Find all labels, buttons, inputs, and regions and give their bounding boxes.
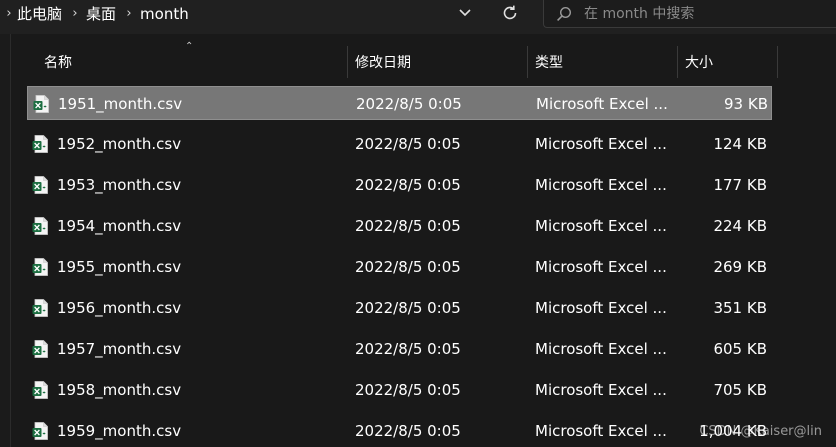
file-row[interactable]: 1957_month.csv 2022/8/5 0:05 Microsoft E… [27,332,772,366]
column-divider[interactable] [777,46,778,78]
chevron-down-icon [459,9,471,17]
file-type: Microsoft Excel ... [535,299,667,317]
file-name-cell: 1958_month.csv [31,373,347,407]
chevron-right-icon[interactable]: › [120,6,138,21]
file-size: 351 KB [713,299,767,317]
file-name: 1958_month.csv [57,381,182,399]
breadcrumb-this-pc[interactable]: 此电脑 [15,3,66,24]
file-row[interactable]: 1959_month.csv 2022/8/5 0:05 Microsoft E… [27,414,772,447]
breadcrumb[interactable]: › 此电脑 › 桌面 › month [0,0,486,27]
column-header-type-label: 类型 [535,55,563,71]
file-type: Microsoft Excel ... [535,176,667,194]
breadcrumb-desktop[interactable]: 桌面 [84,3,120,24]
file-name-cell: 1954_month.csv [31,209,347,243]
sort-ascending-icon: ⌃ [185,41,194,52]
file-size: 605 KB [713,340,767,358]
file-name: 1954_month.csv [57,217,182,235]
excel-csv-file-icon [32,135,48,153]
file-name-cell: 1957_month.csv [31,332,347,366]
file-row[interactable]: 1951_month.csv 2022/8/5 0:05 Microsoft E… [27,86,772,120]
file-row[interactable]: 1954_month.csv 2022/8/5 0:05 Microsoft E… [27,209,772,243]
file-size: 177 KB [713,176,767,194]
column-header-date-label: 修改日期 [355,55,411,71]
column-header-size[interactable]: 大小 [668,42,778,82]
file-name-cell: 1955_month.csv [31,250,347,284]
file-date: 2022/8/5 0:05 [355,217,461,235]
chevron-right-icon[interactable]: › [66,6,84,21]
file-name: 1951_month.csv [58,95,183,113]
file-row[interactable]: 1953_month.csv 2022/8/5 0:05 Microsoft E… [27,168,772,202]
file-date: 2022/8/5 0:05 [355,422,461,440]
address-history-button[interactable] [452,2,478,24]
search-icon-container [544,0,584,27]
file-name: 1953_month.csv [57,176,182,194]
file-name-cell: 1951_month.csv [32,87,348,121]
refresh-icon [503,5,517,20]
file-type: Microsoft Excel ... [535,135,667,153]
file-type: Microsoft Excel ... [535,340,667,358]
file-row[interactable]: 1955_month.csv 2022/8/5 0:05 Microsoft E… [27,250,772,284]
file-name-cell: 1953_month.csv [31,168,347,202]
file-name-cell: 1959_month.csv [31,414,347,447]
file-date: 2022/8/5 0:05 [356,95,462,113]
file-name: 1955_month.csv [57,258,182,276]
refresh-button[interactable] [490,0,530,26]
file-name-cell: 1952_month.csv [31,127,347,161]
file-row[interactable]: 1952_month.csv 2022/8/5 0:05 Microsoft E… [27,127,772,161]
file-type: Microsoft Excel ... [535,258,667,276]
breadcrumb-month[interactable]: month [138,5,193,23]
file-size: 269 KB [713,258,767,276]
file-type: Microsoft Excel ... [535,422,667,440]
column-header-date[interactable]: 修改日期 [338,42,528,82]
file-name-cell: 1956_month.csv [31,291,347,325]
chevron-right-icon[interactable]: › [3,6,15,21]
column-header-row: 名称 ⌃ 修改日期 类型 大小 [27,41,787,82]
excel-csv-file-icon [32,340,48,358]
file-date: 2022/8/5 0:05 [355,299,461,317]
excel-csv-file-icon [32,176,48,194]
excel-csv-file-icon [33,95,49,113]
file-date: 2022/8/5 0:05 [355,381,461,399]
file-type: Microsoft Excel ... [535,381,667,399]
search-input[interactable] [584,1,836,26]
navigation-pane-edge[interactable] [0,34,11,447]
search-box[interactable] [543,0,836,28]
file-size: 124 KB [713,135,767,153]
file-date: 2022/8/5 0:05 [355,340,461,358]
excel-csv-file-icon [32,217,48,235]
column-header-size-label: 大小 [685,55,713,71]
column-header-name-label: 名称 [44,55,72,71]
file-row[interactable]: 1958_month.csv 2022/8/5 0:05 Microsoft E… [27,373,772,407]
file-name: 1956_month.csv [57,299,182,317]
file-date: 2022/8/5 0:05 [355,176,461,194]
excel-csv-file-icon [32,381,48,399]
file-size: 705 KB [713,381,767,399]
file-date: 2022/8/5 0:05 [355,258,461,276]
file-type: Microsoft Excel ... [536,95,668,113]
file-type: Microsoft Excel ... [535,217,667,235]
file-size: 93 KB [724,95,768,113]
file-name: 1959_month.csv [57,422,182,440]
file-row[interactable]: 1956_month.csv 2022/8/5 0:05 Microsoft E… [27,291,772,325]
watermark: CSDN @Kaiser@lin [699,424,822,439]
file-list: 1951_month.csv 2022/8/5 0:05 Microsoft E… [27,86,772,447]
file-date: 2022/8/5 0:05 [355,135,461,153]
file-name: 1957_month.csv [57,340,182,358]
file-name: 1952_month.csv [57,135,182,153]
file-size: 224 KB [713,217,767,235]
excel-csv-file-icon [32,258,48,276]
search-icon [557,6,572,21]
excel-csv-file-icon [32,422,48,440]
column-header-type[interactable]: 类型 [518,42,678,82]
excel-csv-file-icon [32,299,48,317]
file-explorer-window: › 此电脑 › 桌面 › month 在 month 中搜索 名称 ⌃ 修改日期… [0,0,836,447]
address-toolbar: › 此电脑 › 桌面 › month [0,0,836,34]
